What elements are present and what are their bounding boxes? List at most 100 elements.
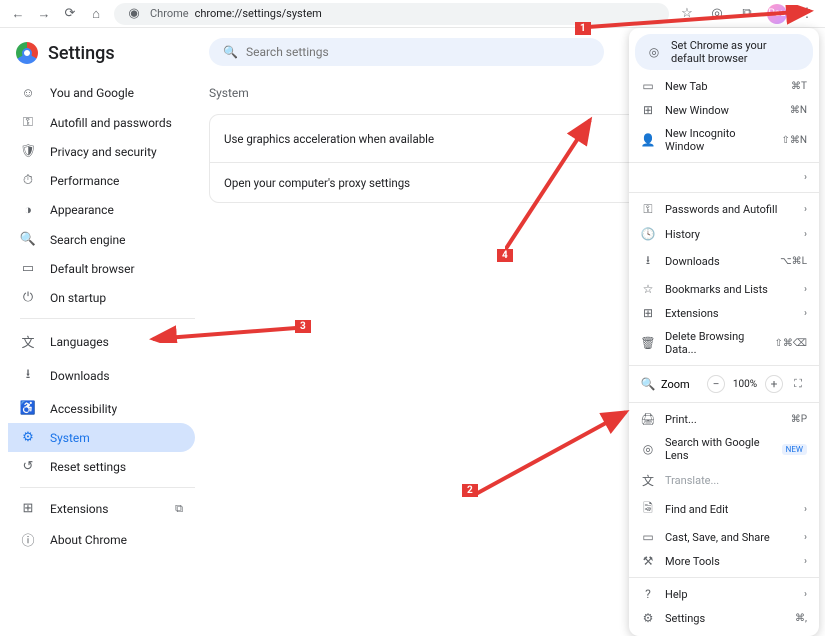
sidebar-item-label: Default browser (50, 262, 135, 276)
sidebar-item-default-browser[interactable]: ▭ Default browser (8, 254, 195, 283)
menu-item-new-window[interactable]: ⊞New Window⌘N (629, 98, 819, 122)
person-icon: ☺ (20, 85, 36, 101)
menu-item-delete-data[interactable]: 🗑Delete Browsing Data...⇧⌘⌫ (629, 325, 819, 361)
menu-item-passwords[interactable]: ⚿Passwords and Autofill› (629, 197, 819, 222)
annotation-number-3: 3 (295, 320, 311, 333)
url-scheme-label: Chrome (150, 7, 189, 20)
row-label: Use graphics acceleration when available (224, 132, 681, 146)
sidebar-item-languages[interactable]: 文 Languages (8, 325, 195, 358)
sidebar-item-label: Reset settings (50, 460, 126, 474)
download-icon: ⭳ (641, 251, 655, 272)
divider (629, 162, 819, 163)
sidebar-item-label: Accessibility (50, 402, 117, 416)
sidebar-item-reset[interactable]: ↺ Reset settings (8, 452, 195, 481)
sidebar-item-appearance[interactable]: ◑Appearance (8, 195, 195, 225)
sidebar-item-performance[interactable]: ⏱Performance (8, 166, 195, 195)
sidebar-item-label: Extensions (50, 502, 108, 516)
sidebar-item-you-and-google[interactable]: ☺ You and Google (8, 78, 195, 108)
language-icon: 文 (20, 332, 36, 351)
sidebar-item-label: Appearance (50, 203, 114, 217)
external-link-icon: ⧉ (175, 502, 183, 516)
sidebar-item-label: Languages (50, 335, 109, 349)
menu-item-downloads[interactable]: ⭳Downloads⌥⌘L (629, 246, 819, 277)
chevron-right-icon: › (804, 284, 807, 295)
menu-item-extensions[interactable]: ⊞Extensions› (629, 301, 819, 325)
search-icon: 🔍 (20, 232, 36, 247)
zoom-out-button[interactable]: − (707, 375, 725, 393)
trash-icon: 🗑 (641, 336, 655, 350)
extensions-icon[interactable]: ⧉ (737, 4, 757, 24)
home-button[interactable]: ⌂ (86, 4, 106, 24)
browser-icon: ▭ (20, 261, 36, 276)
sidebar-item-label: You and Google (50, 86, 134, 100)
lens-icon[interactable]: ◎ (707, 4, 727, 24)
accessibility-icon: ♿ (20, 401, 36, 416)
menu-item-cast[interactable]: ▭Cast, Save, and Share› (629, 525, 819, 549)
sidebar-item-system[interactable]: ⚙System (8, 423, 195, 452)
menu-item-translate: 文Translate... (629, 467, 819, 494)
zoom-in-button[interactable]: + (765, 375, 783, 393)
gear-icon: ⚙ (641, 611, 655, 625)
history-icon: 🕓 (641, 227, 655, 241)
sidebar-item-label: On startup (50, 291, 106, 305)
chrome-icon: ◉ (124, 4, 144, 24)
annotation-number-4: 4 (497, 249, 513, 262)
menu-item-bookmarks[interactable]: ☆Bookmarks and Lists› (629, 277, 819, 301)
key-icon: ⚿ (20, 115, 36, 130)
menu-item-blank[interactable]: › (629, 167, 819, 188)
menu-item-search-lens[interactable]: ◎Search with Google LensNEW (629, 431, 819, 467)
sidebar-item-downloads[interactable]: ⭳Downloads (8, 358, 195, 394)
fullscreen-icon[interactable]: ⛶ (789, 375, 807, 393)
help-icon: ? (641, 587, 655, 601)
menu-item-settings[interactable]: ⚙Settings⌘, (629, 606, 819, 630)
forward-button[interactable]: → (34, 4, 54, 24)
sidebar-item-about[interactable]: ⓘAbout Chrome (8, 523, 195, 556)
search-field[interactable] (246, 45, 590, 59)
sidebar-item-accessibility[interactable]: ♿ Accessibility (8, 394, 195, 423)
lens-icon: ◎ (641, 442, 655, 456)
menu-item-default-browser[interactable]: ◎ Set Chrome as your default browser (635, 34, 813, 70)
window-icon: ⊞ (641, 103, 655, 117)
download-icon: ⭳ (20, 365, 36, 387)
menu-item-print[interactable]: 🖨Print...⌘P (629, 407, 819, 431)
url-text: chrome://settings/system (195, 7, 322, 20)
chevron-right-icon: › (804, 308, 807, 319)
menu-item-more-tools[interactable]: ⚒More Tools› (629, 549, 819, 573)
power-icon: ⏻ (20, 290, 36, 305)
chrome-logo-icon (16, 42, 38, 64)
toolbar-right: ☆ ◎ ⧉ Pau ⋮ (677, 4, 817, 24)
menu-item-find-edit[interactable]: 🗟Find and Edit› (629, 494, 819, 525)
more-menu: ◎ Set Chrome as your default browser ▭Ne… (629, 28, 819, 636)
menu-item-incognito[interactable]: 👤New Incognito Window⇧⌘N (629, 122, 819, 158)
more-menu-icon[interactable]: ⋮ (797, 4, 817, 24)
browser-icon: ◎ (647, 45, 661, 59)
print-icon: 🖨 (641, 412, 655, 426)
menu-item-help[interactable]: ?Help› (629, 582, 819, 606)
chevron-right-icon: › (804, 556, 807, 567)
chevron-right-icon: › (804, 229, 807, 240)
sidebar-item-autofill[interactable]: ⚿Autofill and passwords (8, 108, 195, 137)
reset-icon: ↺ (20, 459, 36, 474)
avatar[interactable]: Pau (767, 4, 787, 24)
menu-item-history[interactable]: 🕓History› (629, 222, 819, 246)
star-icon: ☆ (641, 282, 655, 296)
reload-button[interactable]: ⟳ (60, 4, 80, 24)
settings-header: Settings (8, 38, 195, 78)
cast-icon: ▭ (641, 530, 655, 544)
sidebar-item-label: System (50, 431, 90, 445)
extension-icon: ⊞ (20, 501, 36, 516)
zoom-icon: 🔍 (641, 377, 655, 391)
search-input[interactable]: 🔍 (209, 38, 604, 66)
menu-item-new-tab[interactable]: ▭New Tab⌘T (629, 74, 819, 98)
back-button[interactable]: ← (8, 4, 28, 24)
settings-title: Settings (48, 43, 115, 64)
sidebar-item-label: Search engine (50, 233, 125, 247)
sidebar-item-extensions[interactable]: ⊞ Extensions ⧉ (8, 494, 195, 523)
divider (20, 487, 195, 488)
star-icon[interactable]: ☆ (677, 4, 697, 24)
sidebar-item-privacy[interactable]: 🛡Privacy and security (8, 137, 195, 166)
divider (20, 318, 195, 319)
sidebar-item-search-engine[interactable]: 🔍 Search engine (8, 225, 195, 254)
divider (629, 192, 819, 193)
sidebar-item-on-startup[interactable]: ⏻ On startup (8, 283, 195, 312)
